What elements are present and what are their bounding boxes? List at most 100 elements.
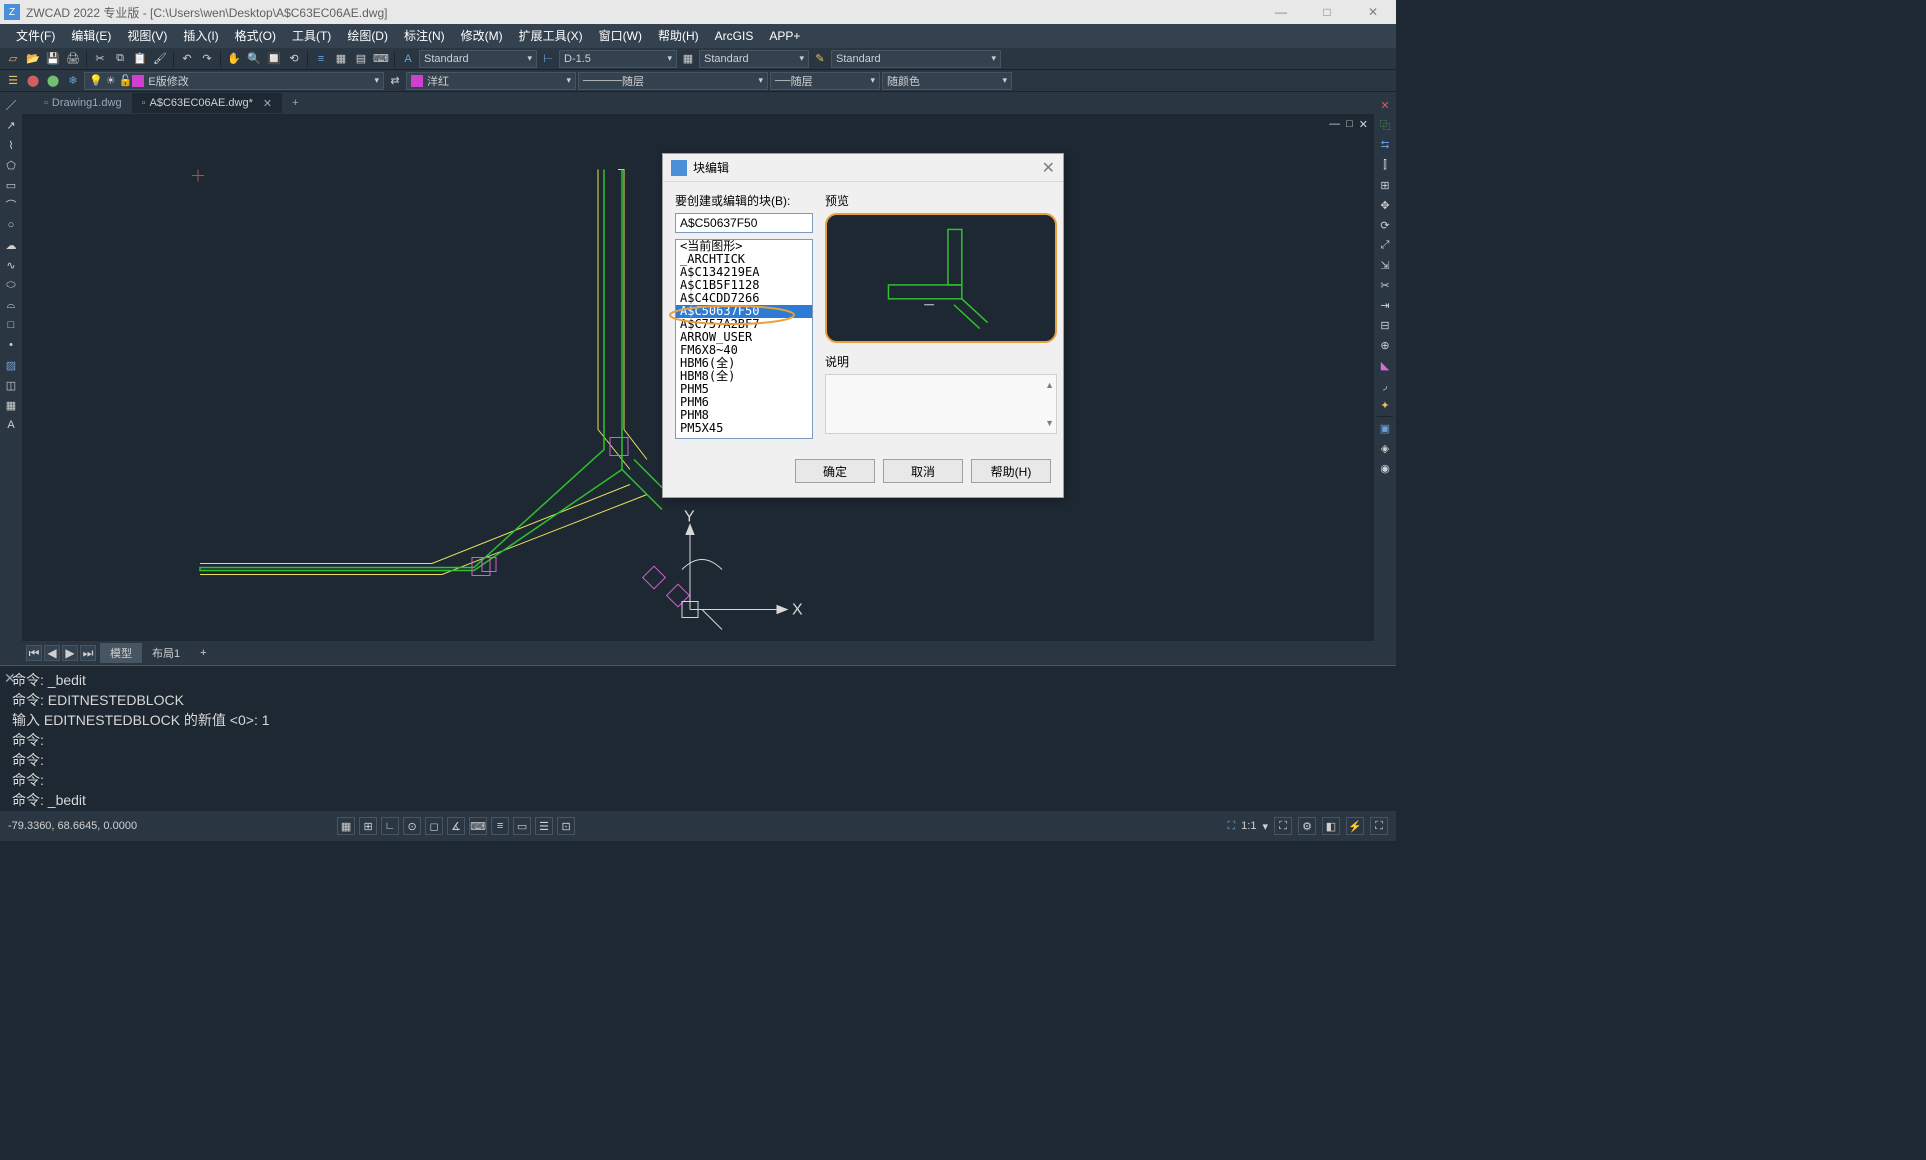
sc-icon[interactable]: ⊡ [557,817,575,835]
erase-icon[interactable]: ✕ [1376,96,1394,114]
ray-icon[interactable]: ↗ [2,116,20,134]
annotation-scale-value[interactable]: 1:1 [1241,820,1256,832]
array-icon[interactable]: ⊞ [1376,176,1394,194]
layout-first-icon[interactable]: ⏮ [26,645,42,661]
region-icon[interactable]: ◫ [2,376,20,394]
layout-prev-icon[interactable]: ◀ [44,645,60,661]
linetype-select[interactable]: ───── 随层 ▾ [578,72,768,90]
hatch-icon[interactable]: ▨ [2,356,20,374]
add-tab-button[interactable]: + [282,93,302,113]
textstyle-icon[interactable]: A [399,50,417,68]
ellipse-arc-icon[interactable]: ⌓ [2,296,20,314]
paste-icon[interactable]: 📋 [131,50,149,68]
menu-insert[interactable]: 插入(I) [175,24,226,48]
explode-icon[interactable]: ✦ [1376,396,1394,414]
matchprop-icon[interactable]: 🖌 [151,50,169,68]
clean-icon[interactable]: ⛶ [1370,817,1388,835]
hwaccel-icon[interactable]: ⚡ [1346,817,1364,835]
dim-style-select[interactable]: D-1.5▾ [559,50,677,68]
dimstyle-icon[interactable]: ⊢ [539,50,557,68]
polygon-icon[interactable]: ⬠ [2,156,20,174]
copy2-icon[interactable]: ⿻ [1376,116,1394,134]
layout-next-icon[interactable]: ▶ [62,645,78,661]
dialog-titlebar[interactable]: 块编辑 ✕ [663,154,1063,182]
mirror-icon[interactable]: ⮀ [1376,136,1394,154]
layout-tab-1[interactable]: 布局1 [142,643,190,663]
scale-icon[interactable]: ⤢ [1376,236,1394,254]
point-icon[interactable]: • [2,336,20,354]
lineweight-select[interactable]: ── 随层 ▾ [770,72,880,90]
redo-icon[interactable]: ↷ [198,50,216,68]
print-icon[interactable]: 🖨 [64,50,82,68]
layout-last-icon[interactable]: ⏭ [80,645,96,661]
tool-1-icon[interactable]: ▣ [1376,419,1394,437]
menu-help[interactable]: 帮助(H) [650,24,707,48]
menu-express[interactable]: 扩展工具(X) [511,24,591,48]
ws-icon[interactable]: ⚙ [1298,817,1316,835]
iso-icon[interactable]: ◧ [1322,817,1340,835]
menu-file[interactable]: 文件(F) [8,24,63,48]
rectangle-icon[interactable]: ▭ [2,176,20,194]
grid-icon[interactable]: ⊞ [359,817,377,835]
doc-tab-2[interactable]: ▫ A$C63EC06AE.dwg* ✕ [132,93,282,113]
annotation-scale-icon[interactable]: ⛶ [1227,820,1235,833]
annoscale-icon[interactable]: ⛶ [1274,817,1292,835]
menu-window[interactable]: 窗口(W) [591,24,650,48]
open-icon[interactable]: 📂 [24,50,42,68]
chamfer-icon[interactable]: ◣ [1376,356,1394,374]
toolpalette-icon[interactable]: ▤ [352,50,370,68]
dyn-icon[interactable]: ⌨ [469,817,487,835]
block-list[interactable]: <当前图形> _ARCHTICK A$C134219EA A$C1B5F1128… [675,239,813,439]
otrack-icon[interactable]: ∡ [447,817,465,835]
zoom-prev-icon[interactable]: ⟲ [285,50,303,68]
layer-off-icon[interactable]: ⬤ [24,72,42,90]
description-box[interactable]: ▲ ▼ [825,374,1057,434]
designcenter-icon[interactable]: ▦ [332,50,350,68]
model-icon[interactable]: ▭ [513,817,531,835]
pan-icon[interactable]: ✋ [225,50,243,68]
text-style-select[interactable]: Standard▾ [419,50,537,68]
extend-icon[interactable]: ⇥ [1376,296,1394,314]
trim-icon[interactable]: ✂ [1376,276,1394,294]
command-window[interactable]: ✕ 命令: _bedit 命令: EDITNESTEDBLOCK 输入 EDIT… [0,665,1396,811]
polyline-icon[interactable]: ⌇ [2,136,20,154]
move-icon[interactable]: ✥ [1376,196,1394,214]
cmd-close-icon[interactable]: ✕ [4,670,16,687]
revcloud-icon[interactable]: ☁ [2,236,20,254]
menu-arcgis[interactable]: ArcGIS [707,24,762,48]
color-select[interactable]: 洋红 ▾ [406,72,576,90]
spin-down-icon[interactable]: ▼ [1045,417,1054,429]
block-icon[interactable]: □ [2,316,20,334]
arc-icon[interactable]: ⌒ [2,196,20,214]
ok-button[interactable]: 确定 [795,459,875,483]
rotate-icon[interactable]: ⟳ [1376,216,1394,234]
maximize-button[interactable]: □ [1304,0,1350,24]
copy-icon[interactable]: ⧉ [111,50,129,68]
close-button[interactable]: ✕ [1350,0,1396,24]
menu-view[interactable]: 视图(V) [119,24,175,48]
table-style-select[interactable]: Standard▾ [699,50,809,68]
menu-edit[interactable]: 编辑(E) [63,24,119,48]
layer-match-icon[interactable]: ⇄ [386,72,404,90]
line-icon[interactable]: ／ [2,96,20,114]
cancel-button[interactable]: 取消 [883,459,963,483]
zoom-window-icon[interactable]: 🔲 [265,50,283,68]
mleaderstyle-icon[interactable]: ✎ [811,50,829,68]
close-tab-icon[interactable]: ✕ [263,97,272,110]
properties-icon[interactable]: ≡ [312,50,330,68]
viewport-minimize-icon[interactable]: — [1329,118,1340,131]
ellipse-icon[interactable]: ⬭ [2,276,20,294]
viewport-close-icon[interactable]: ✕ [1359,118,1368,131]
save-icon[interactable]: 💾 [44,50,62,68]
doc-tab-1[interactable]: ▫ Drawing1.dwg [34,93,132,113]
undo-icon[interactable]: ↶ [178,50,196,68]
layer-freeze-icon[interactable]: ❄ [64,72,82,90]
layout-tab-model[interactable]: 模型 [100,643,142,663]
fillet-icon[interactable]: ◞ [1376,376,1394,394]
plotstyle-select[interactable]: 随颜色 ▾ [882,72,1012,90]
menu-dimension[interactable]: 标注(N) [396,24,453,48]
tablestyle-icon[interactable]: ▦ [679,50,697,68]
table-icon[interactable]: ▦ [2,396,20,414]
scale-dropdown-icon[interactable]: ▾ [1262,820,1268,833]
qp-icon[interactable]: ☰ [535,817,553,835]
